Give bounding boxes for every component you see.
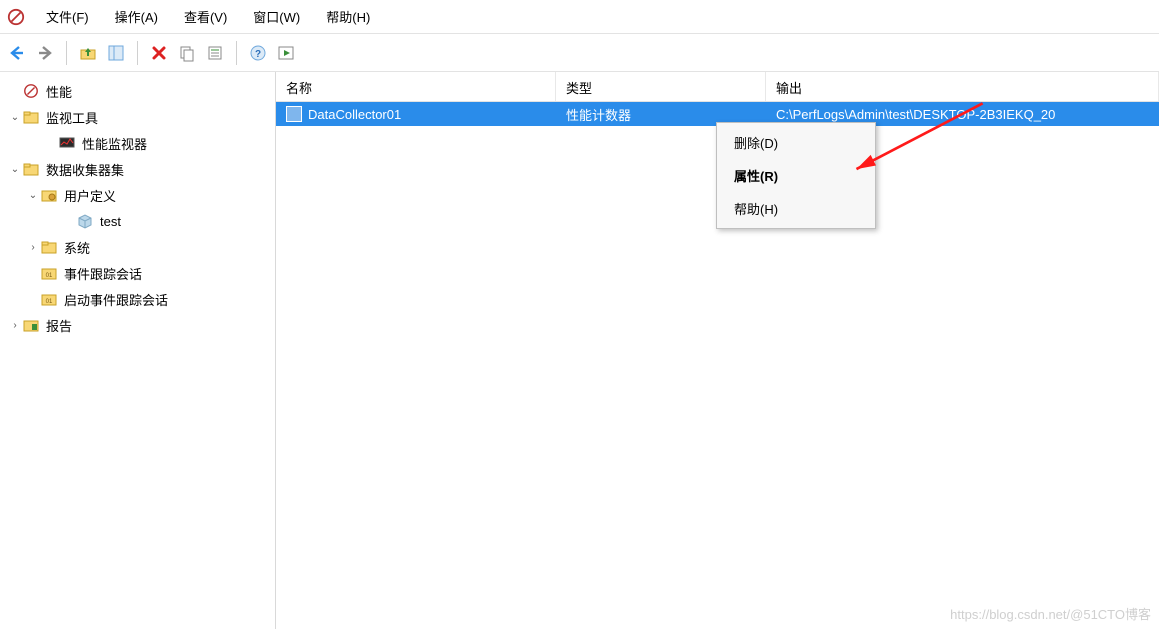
menu-bar: 文件(F) 操作(A) 查看(V) 窗口(W) 帮助(H): [0, 0, 1159, 34]
twisty-expanded-icon[interactable]: ⌄: [8, 112, 22, 123]
tree-collector-sets[interactable]: ⌄ 数据收集器集: [0, 156, 275, 182]
perf-icon: [22, 82, 40, 100]
toolbar-separator: [137, 41, 138, 65]
tree-user-defined[interactable]: ⌄ 用户定义: [0, 182, 275, 208]
column-type[interactable]: 类型: [556, 72, 766, 101]
et-icon: 01: [40, 264, 58, 282]
tree-label: 性能: [44, 81, 74, 102]
twisty-expanded-icon[interactable]: ⌄: [26, 190, 40, 201]
column-name[interactable]: 名称: [276, 72, 556, 101]
tree-root-performance[interactable]: ▾ 性能: [0, 78, 275, 104]
copy-button[interactable]: [174, 40, 200, 66]
nav-tree[interactable]: ▾ 性能 ⌄ 监视工具 · 性能监视器 ⌄ 数据收集器集 ⌄ 用户定义: [0, 72, 276, 629]
folder-icon: [22, 160, 40, 178]
tree-event-trace-sessions[interactable]: · 01 事件跟踪会话: [0, 260, 275, 286]
tree-label: 系统: [62, 237, 92, 258]
context-menu: 删除(D) 属性(R) 帮助(H): [716, 122, 876, 229]
tree-label: 性能监视器: [80, 133, 149, 154]
main-area: ▾ 性能 ⌄ 监视工具 · 性能监视器 ⌄ 数据收集器集 ⌄ 用户定义: [0, 72, 1159, 629]
help-button[interactable]: ?: [245, 40, 271, 66]
show-hide-tree-button[interactable]: [103, 40, 129, 66]
toolbar-separator: [66, 41, 67, 65]
tree-label: 监视工具: [44, 107, 100, 128]
menu-help[interactable]: 帮助(H): [320, 3, 376, 30]
twisty-collapsed-icon[interactable]: ›: [8, 320, 22, 331]
svg-text:01: 01: [46, 299, 53, 305]
ctx-properties[interactable]: 属性(R): [720, 159, 872, 192]
up-folder-button[interactable]: [75, 40, 101, 66]
list-view: 名称 类型 输出 DataCollector01 性能计数器 C:\PerfLo…: [276, 72, 1159, 629]
tree-label: 用户定义: [62, 185, 118, 206]
report-folder-icon: [22, 316, 40, 334]
box-icon: [76, 212, 94, 230]
tree-test-item[interactable]: · test: [0, 208, 275, 234]
twisty-collapsed-icon[interactable]: ›: [26, 242, 40, 253]
twisty-expanded-icon[interactable]: ⌄: [8, 164, 22, 175]
folder-icon: [22, 108, 40, 126]
delete-button[interactable]: [146, 40, 172, 66]
run-button[interactable]: [273, 40, 299, 66]
back-button[interactable]: [4, 40, 30, 66]
ctx-help[interactable]: 帮助(H): [720, 192, 872, 225]
svg-text:01: 01: [46, 273, 53, 279]
tree-label: 报告: [44, 315, 74, 336]
svg-text:?: ?: [255, 49, 261, 60]
app-icon: [6, 7, 26, 27]
menu-window[interactable]: 窗口(W): [247, 3, 306, 30]
properties-button[interactable]: [202, 40, 228, 66]
tree-reports[interactable]: › 报告: [0, 312, 275, 338]
tree-label: 事件跟踪会话: [62, 263, 144, 284]
et-icon: 01: [40, 290, 58, 308]
toolbar-separator: [236, 41, 237, 65]
column-output[interactable]: 输出: [766, 72, 1159, 101]
menu-file[interactable]: 文件(F): [40, 3, 95, 30]
menu-action[interactable]: 操作(A): [109, 3, 164, 30]
menu-view[interactable]: 查看(V): [178, 3, 233, 30]
tree-system[interactable]: › 系统: [0, 234, 275, 260]
watermark: https://blog.csdn.net/@51CTO博客: [950, 604, 1151, 623]
tree-startup-et-sessions[interactable]: · 01 启动事件跟踪会话: [0, 286, 275, 312]
tree-monitor-tools[interactable]: ⌄ 监视工具: [0, 104, 275, 130]
user-folder-icon: [40, 186, 58, 204]
folder-icon: [40, 238, 58, 256]
list-header: 名称 类型 输出: [276, 72, 1159, 102]
monitor-icon: [58, 134, 76, 152]
ctx-delete[interactable]: 删除(D): [720, 126, 872, 159]
cell-name: DataCollector01: [308, 107, 401, 122]
collector-icon: [286, 106, 302, 122]
tree-label: test: [98, 213, 123, 230]
cell-type: 性能计数器: [556, 105, 766, 124]
forward-button[interactable]: [32, 40, 58, 66]
tree-label: 启动事件跟踪会话: [62, 289, 170, 310]
cell-output: C:\PerfLogs\Admin\test\DESKTOP-2B3IEKQ_2…: [766, 107, 1159, 122]
tree-perf-monitor[interactable]: · 性能监视器: [0, 130, 275, 156]
tree-label: 数据收集器集: [44, 159, 126, 180]
toolbar: ?: [0, 34, 1159, 72]
